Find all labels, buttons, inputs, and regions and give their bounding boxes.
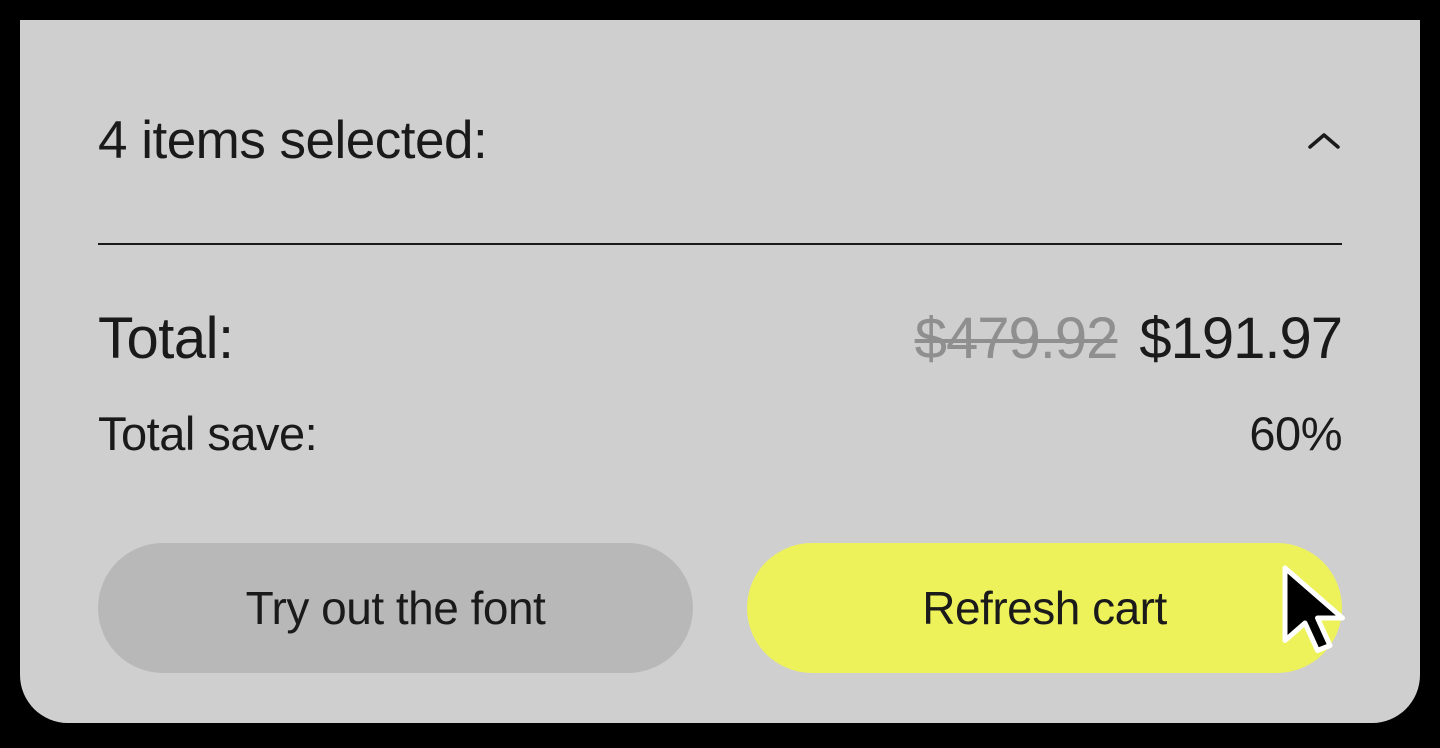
price-original: $479.92 [915,305,1118,372]
save-label: Total save: [98,406,317,461]
save-row: Total save: 60% [98,406,1342,461]
try-font-button[interactable]: Try out the font [98,543,693,673]
items-selected-label: 4 items selected: [98,110,487,171]
total-row: Total: $479.92 $191.97 [98,305,1342,372]
button-row: Try out the font Refresh cart [98,543,1342,673]
chevron-up-icon [1306,123,1342,159]
refresh-cart-button[interactable]: Refresh cart [747,543,1342,673]
price-group: $479.92 $191.97 [915,305,1342,372]
total-label: Total: [98,305,234,372]
price-current: $191.97 [1139,305,1342,372]
summary-header[interactable]: 4 items selected: [98,110,1342,245]
save-value: 60% [1249,406,1342,461]
cart-summary-card: 4 items selected: Total: $479.92 $191.97… [20,20,1420,723]
